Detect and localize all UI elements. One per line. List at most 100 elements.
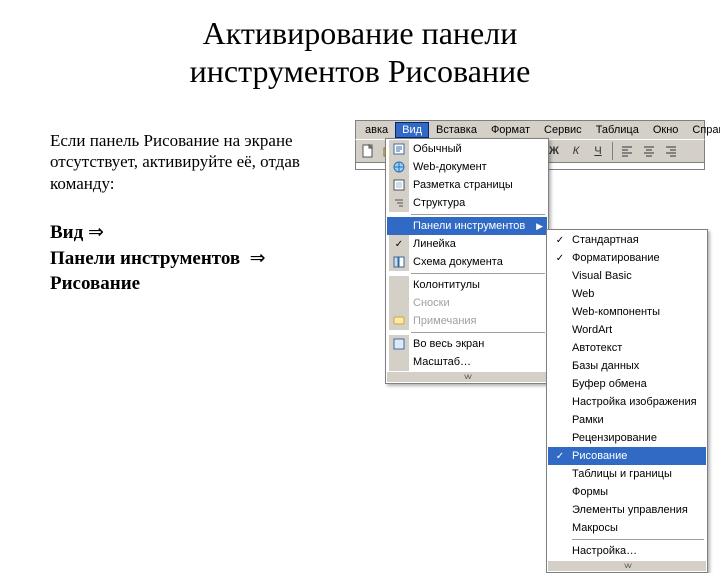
normal-icon [389, 140, 409, 158]
blank-icon [389, 276, 409, 294]
menu-label: Рецензирование [572, 432, 657, 444]
menu-label: Панели инструментов [413, 220, 525, 232]
view-outline[interactable]: Структура [387, 194, 547, 212]
blank-icon [552, 393, 568, 411]
view-fullscreen[interactable]: Во весь экран [387, 335, 547, 353]
menubar: авка Вид Вставка Формат Сервис Таблица О… [355, 120, 705, 139]
toolbars-submenu: ✓ Стандартная ✓Форматирование Visual Basi… [546, 229, 708, 573]
view-layout[interactable]: Разметка страницы [387, 176, 547, 194]
submenu-arrow-icon: ▶ [536, 221, 543, 232]
menu-edit[interactable]: авка [358, 122, 395, 138]
expand-menu-icon[interactable]: ˅˅ [387, 372, 547, 382]
check-icon: ✓ [552, 447, 568, 465]
blank-icon [389, 217, 409, 235]
blank-icon [552, 267, 568, 285]
menu-tools[interactable]: Сервис [537, 122, 589, 138]
view-zoom[interactable]: Масштаб… [387, 353, 547, 371]
tb-picture[interactable]: Настройка изображения [548, 393, 706, 411]
tb-visualbasic[interactable]: Visual Basic [548, 267, 706, 285]
tb-forms[interactable]: Формы [548, 483, 706, 501]
menu-help[interactable]: Справка [685, 122, 720, 138]
tb-web[interactable]: Web [548, 285, 706, 303]
menu-insert[interactable]: Вставка [429, 122, 484, 138]
menu-label: Стандартная [572, 234, 639, 246]
blank-icon [552, 519, 568, 537]
align-left-icon[interactable] [617, 141, 637, 161]
tb-frames[interactable]: Рамки [548, 411, 706, 429]
view-web[interactable]: Web-документ [387, 158, 547, 176]
menu-label: Обычный [413, 143, 462, 155]
tb-reviewing[interactable]: Рецензирование [548, 429, 706, 447]
tb-standard[interactable]: ✓ Стандартная [548, 231, 706, 249]
menu-label: Рисование [572, 450, 627, 462]
menu-label: WordArt [572, 324, 612, 336]
tb-autotext[interactable]: Автотекст [548, 339, 706, 357]
menu-label: Разметка страницы [413, 179, 513, 191]
menu-format[interactable]: Формат [484, 122, 537, 138]
blank-icon [552, 429, 568, 447]
blank-icon [389, 353, 409, 371]
menu-label: Формы [572, 486, 608, 498]
docmap-icon [389, 253, 409, 271]
menu-label: Во весь экран [413, 338, 484, 350]
body-text: Если панель Рисование на экране отсутств… [50, 130, 340, 194]
italic-button[interactable]: К [566, 141, 586, 161]
blank-icon [552, 542, 568, 560]
tb-controls[interactable]: Элементы управления [548, 501, 706, 519]
tb-wordart[interactable]: WordArt [548, 321, 706, 339]
view-comments: Примечания [387, 312, 547, 330]
new-doc-icon[interactable] [358, 141, 378, 161]
blank-icon [552, 411, 568, 429]
tb-customize[interactable]: Настройка… [548, 542, 706, 560]
tb-clipboard[interactable]: Буфер обмена [548, 375, 706, 393]
fullscreen-icon [389, 335, 409, 353]
tb-formatting[interactable]: ✓Форматирование [548, 249, 706, 267]
menu-table[interactable]: Таблица [589, 122, 646, 138]
blank-icon [552, 483, 568, 501]
tb-macros[interactable]: Макросы [548, 519, 706, 537]
align-center-icon[interactable] [639, 141, 659, 161]
tb-drawing[interactable]: ✓ Рисование [548, 447, 706, 465]
blank-icon [552, 321, 568, 339]
view-headerfooter[interactable]: Колонтитулы [387, 276, 547, 294]
menu-label: Рамки [572, 414, 604, 426]
view-ruler[interactable]: ✓ Линейка [387, 235, 547, 253]
menu-label: Сноски [413, 297, 450, 309]
check-icon: ✓ [389, 235, 409, 253]
check-icon: ✓ [552, 231, 568, 249]
menu-label: Web-компоненты [572, 306, 660, 318]
menu-separator [411, 214, 545, 215]
path-step-3: Рисование [50, 273, 140, 294]
slide-title: Активирование панели инструментов Рисова… [0, 0, 720, 99]
blank-icon [552, 465, 568, 483]
tb-tables[interactable]: Таблицы и границы [548, 465, 706, 483]
expand-menu-icon[interactable]: ˅˅ [548, 561, 706, 571]
menu-label: Таблицы и границы [572, 468, 672, 480]
arrow-icon: ⇒ [250, 248, 266, 269]
command-path: Вид ⇒ Панели инструментов ⇒ Рисование [50, 220, 350, 297]
tb-databases[interactable]: Базы данных [548, 357, 706, 375]
align-right-icon[interactable] [661, 141, 681, 161]
view-docmap[interactable]: Схема документа [387, 253, 547, 271]
menu-window[interactable]: Окно [646, 122, 686, 138]
menu-label: Элементы управления [572, 504, 688, 516]
view-footnotes: Сноски [387, 294, 547, 312]
menu-label: Структура [413, 197, 465, 209]
menu-label: Базы данных [572, 360, 639, 372]
underline-button[interactable]: Ч [588, 141, 608, 161]
view-normal[interactable]: Обычный [387, 140, 547, 158]
tb-webcomponents[interactable]: Web-компоненты [548, 303, 706, 321]
title-line-1: Активирование панели [203, 15, 518, 51]
menu-label: Примечания [413, 315, 477, 327]
menu-view[interactable]: Вид [395, 122, 429, 138]
comment-icon [389, 312, 409, 330]
path-step-1: Вид [50, 222, 83, 243]
web-icon [389, 158, 409, 176]
blank-icon [552, 501, 568, 519]
menu-label: Настройка изображения [572, 396, 697, 408]
word-window: авка Вид Вставка Формат Сервис Таблица О… [355, 120, 705, 170]
view-toolbars[interactable]: Панели инструментов ▶ [387, 217, 547, 235]
menu-label: Автотекст [572, 342, 622, 354]
menu-label: Колонтитулы [413, 279, 480, 291]
blank-icon [552, 357, 568, 375]
